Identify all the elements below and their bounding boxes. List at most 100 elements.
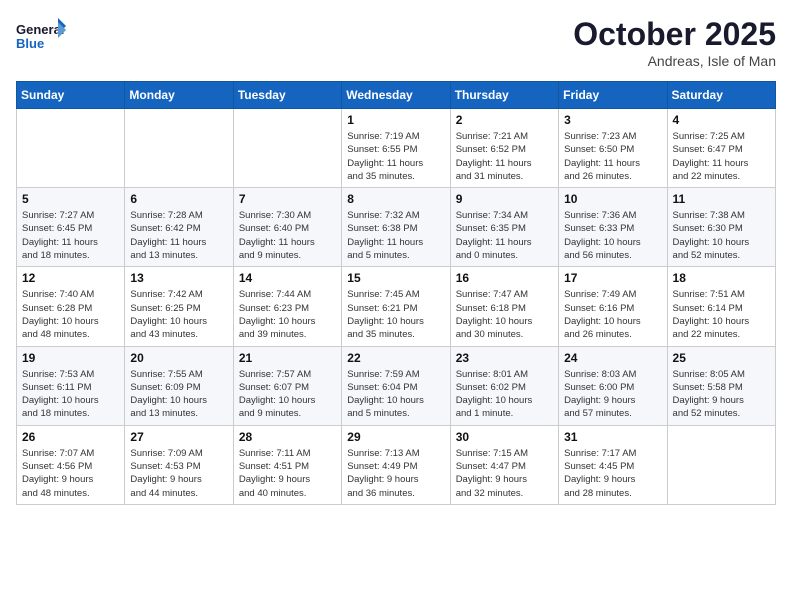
calendar-cell: 3Sunrise: 7:23 AM Sunset: 6:50 PM Daylig… (559, 109, 667, 188)
day-detail: Sunrise: 7:57 AM Sunset: 6:07 PM Dayligh… (239, 368, 336, 421)
day-detail: Sunrise: 7:17 AM Sunset: 4:45 PM Dayligh… (564, 447, 661, 500)
calendar-cell: 31 Sunrise: 7:17 AM Sunset: 4:45 PM Dayli… (559, 425, 667, 504)
month-title: October 2025 (573, 16, 776, 53)
weekday-header: Saturday (667, 82, 775, 109)
calendar-week-row: 1Sunrise: 7:19 AM Sunset: 6:55 PM Daylig… (17, 109, 776, 188)
calendar-cell (17, 109, 125, 188)
calendar-cell: 15 Sunrise: 7:45 AM Sunset: 6:21 PM Dayli… (342, 267, 450, 346)
calendar-cell: 9 Sunrise: 7:34 AM Sunset: 6:35 PM Daylig… (450, 188, 558, 267)
calendar-cell: 26 Sunrise: 7:07 AM Sunset: 4:56 PM Dayli… (17, 425, 125, 504)
calendar-cell: 17 Sunrise: 7:49 AM Sunset: 6:16 PM Dayli… (559, 267, 667, 346)
day-number: 22 (347, 351, 444, 365)
calendar-cell: 28 Sunrise: 7:11 AM Sunset: 4:51 PM Dayli… (233, 425, 341, 504)
calendar-cell: 6 Sunrise: 7:28 AM Sunset: 6:42 PM Daylig… (125, 188, 233, 267)
day-number: 8 (347, 192, 444, 206)
calendar-cell (125, 109, 233, 188)
day-number: 31 (564, 430, 661, 444)
day-detail: Sunrise: 7:44 AM Sunset: 6:23 PM Dayligh… (239, 288, 336, 341)
day-number: 24 (564, 351, 661, 365)
calendar-cell: 1Sunrise: 7:19 AM Sunset: 6:55 PM Daylig… (342, 109, 450, 188)
day-detail: Sunrise: 7:09 AM Sunset: 4:53 PM Dayligh… (130, 447, 227, 500)
day-number: 14 (239, 271, 336, 285)
day-number: 26 (22, 430, 119, 444)
title-block: October 2025 Andreas, Isle of Man (573, 16, 776, 69)
day-detail: Sunrise: 7:40 AM Sunset: 6:28 PM Dayligh… (22, 288, 119, 341)
day-number: 15 (347, 271, 444, 285)
day-detail: Sunrise: 7:13 AM Sunset: 4:49 PM Dayligh… (347, 447, 444, 500)
day-detail: Sunrise: 7:59 AM Sunset: 6:04 PM Dayligh… (347, 368, 444, 421)
day-number: 1 (347, 113, 444, 127)
day-detail: Sunrise: 7:47 AM Sunset: 6:18 PM Dayligh… (456, 288, 553, 341)
day-detail: Sunrise: 7:53 AM Sunset: 6:11 PM Dayligh… (22, 368, 119, 421)
calendar-cell: 16 Sunrise: 7:47 AM Sunset: 6:18 PM Dayli… (450, 267, 558, 346)
day-number: 18 (673, 271, 770, 285)
day-detail: Sunrise: 7:11 AM Sunset: 4:51 PM Dayligh… (239, 447, 336, 500)
calendar-cell: 11 Sunrise: 7:38 AM Sunset: 6:30 PM Dayli… (667, 188, 775, 267)
calendar-cell: 23Sunrise: 8:01 AM Sunset: 6:02 PM Dayli… (450, 346, 558, 425)
calendar-cell: 2 Sunrise: 7:21 AM Sunset: 6:52 PM Daylig… (450, 109, 558, 188)
day-detail: Sunrise: 7:51 AM Sunset: 6:14 PM Dayligh… (673, 288, 770, 341)
location-subtitle: Andreas, Isle of Man (573, 53, 776, 69)
day-number: 27 (130, 430, 227, 444)
day-number: 12 (22, 271, 119, 285)
calendar-cell: 14 Sunrise: 7:44 AM Sunset: 6:23 PM Dayli… (233, 267, 341, 346)
page-header: General Blue October 2025 Andreas, Isle … (16, 16, 776, 69)
day-number: 4 (673, 113, 770, 127)
logo-icon: General Blue (16, 16, 66, 56)
day-number: 7 (239, 192, 336, 206)
day-number: 29 (347, 430, 444, 444)
day-number: 16 (456, 271, 553, 285)
calendar-cell (667, 425, 775, 504)
day-number: 2 (456, 113, 553, 127)
day-number: 20 (130, 351, 227, 365)
day-number: 28 (239, 430, 336, 444)
day-number: 13 (130, 271, 227, 285)
calendar-cell: 13 Sunrise: 7:42 AM Sunset: 6:25 PM Dayli… (125, 267, 233, 346)
calendar-cell: 30 Sunrise: 7:15 AM Sunset: 4:47 PM Dayli… (450, 425, 558, 504)
weekday-header: Thursday (450, 82, 558, 109)
day-number: 11 (673, 192, 770, 206)
day-detail: Sunrise: 7:49 AM Sunset: 6:16 PM Dayligh… (564, 288, 661, 341)
calendar-cell: 8 Sunrise: 7:32 AM Sunset: 6:38 PM Daylig… (342, 188, 450, 267)
day-detail: Sunrise: 7:45 AM Sunset: 6:21 PM Dayligh… (347, 288, 444, 341)
day-number: 6 (130, 192, 227, 206)
calendar-cell (233, 109, 341, 188)
calendar-cell: 4Sunrise: 7:25 AM Sunset: 6:47 PM Daylig… (667, 109, 775, 188)
svg-text:Blue: Blue (16, 36, 44, 51)
calendar-week-row: 5 Sunrise: 7:27 AM Sunset: 6:45 PM Daylig… (17, 188, 776, 267)
day-detail: Sunrise: 7:55 AM Sunset: 6:09 PM Dayligh… (130, 368, 227, 421)
day-detail: Sunrise: 7:30 AM Sunset: 6:40 PM Dayligh… (239, 209, 336, 262)
calendar-week-row: 12 Sunrise: 7:40 AM Sunset: 6:28 PM Dayli… (17, 267, 776, 346)
day-detail: Sunrise: 7:42 AM Sunset: 6:25 PM Dayligh… (130, 288, 227, 341)
day-number: 5 (22, 192, 119, 206)
day-detail: Sunrise: 7:34 AM Sunset: 6:35 PM Dayligh… (456, 209, 553, 262)
day-number: 17 (564, 271, 661, 285)
day-detail: Sunrise: 7:32 AM Sunset: 6:38 PM Dayligh… (347, 209, 444, 262)
calendar-week-row: 26 Sunrise: 7:07 AM Sunset: 4:56 PM Dayli… (17, 425, 776, 504)
day-detail: Sunrise: 7:36 AM Sunset: 6:33 PM Dayligh… (564, 209, 661, 262)
day-detail: Sunrise: 7:38 AM Sunset: 6:30 PM Dayligh… (673, 209, 770, 262)
calendar-cell: 22 Sunrise: 7:59 AM Sunset: 6:04 PM Dayli… (342, 346, 450, 425)
day-detail: Sunrise: 8:01 AM Sunset: 6:02 PM Dayligh… (456, 368, 553, 421)
weekday-header: Tuesday (233, 82, 341, 109)
calendar-cell: 20 Sunrise: 7:55 AM Sunset: 6:09 PM Dayli… (125, 346, 233, 425)
weekday-header: Sunday (17, 82, 125, 109)
weekday-header: Monday (125, 82, 233, 109)
day-detail: Sunrise: 7:28 AM Sunset: 6:42 PM Dayligh… (130, 209, 227, 262)
day-detail: Sunrise: 7:27 AM Sunset: 6:45 PM Dayligh… (22, 209, 119, 262)
calendar-cell: 27 Sunrise: 7:09 AM Sunset: 4:53 PM Dayli… (125, 425, 233, 504)
weekday-header-row: SundayMondayTuesdayWednesdayThursdayFrid… (17, 82, 776, 109)
calendar-cell: 24 Sunrise: 8:03 AM Sunset: 6:00 PM Dayli… (559, 346, 667, 425)
calendar-cell: 25Sunrise: 8:05 AM Sunset: 5:58 PM Dayli… (667, 346, 775, 425)
day-detail: Sunrise: 8:03 AM Sunset: 6:00 PM Dayligh… (564, 368, 661, 421)
day-number: 3 (564, 113, 661, 127)
day-number: 30 (456, 430, 553, 444)
day-detail: Sunrise: 7:15 AM Sunset: 4:47 PM Dayligh… (456, 447, 553, 500)
day-detail: Sunrise: 7:07 AM Sunset: 4:56 PM Dayligh… (22, 447, 119, 500)
day-detail: Sunrise: 8:05 AM Sunset: 5:58 PM Dayligh… (673, 368, 770, 421)
day-number: 9 (456, 192, 553, 206)
day-number: 19 (22, 351, 119, 365)
day-detail: Sunrise: 7:21 AM Sunset: 6:52 PM Dayligh… (456, 130, 553, 183)
day-number: 10 (564, 192, 661, 206)
weekday-header: Wednesday (342, 82, 450, 109)
